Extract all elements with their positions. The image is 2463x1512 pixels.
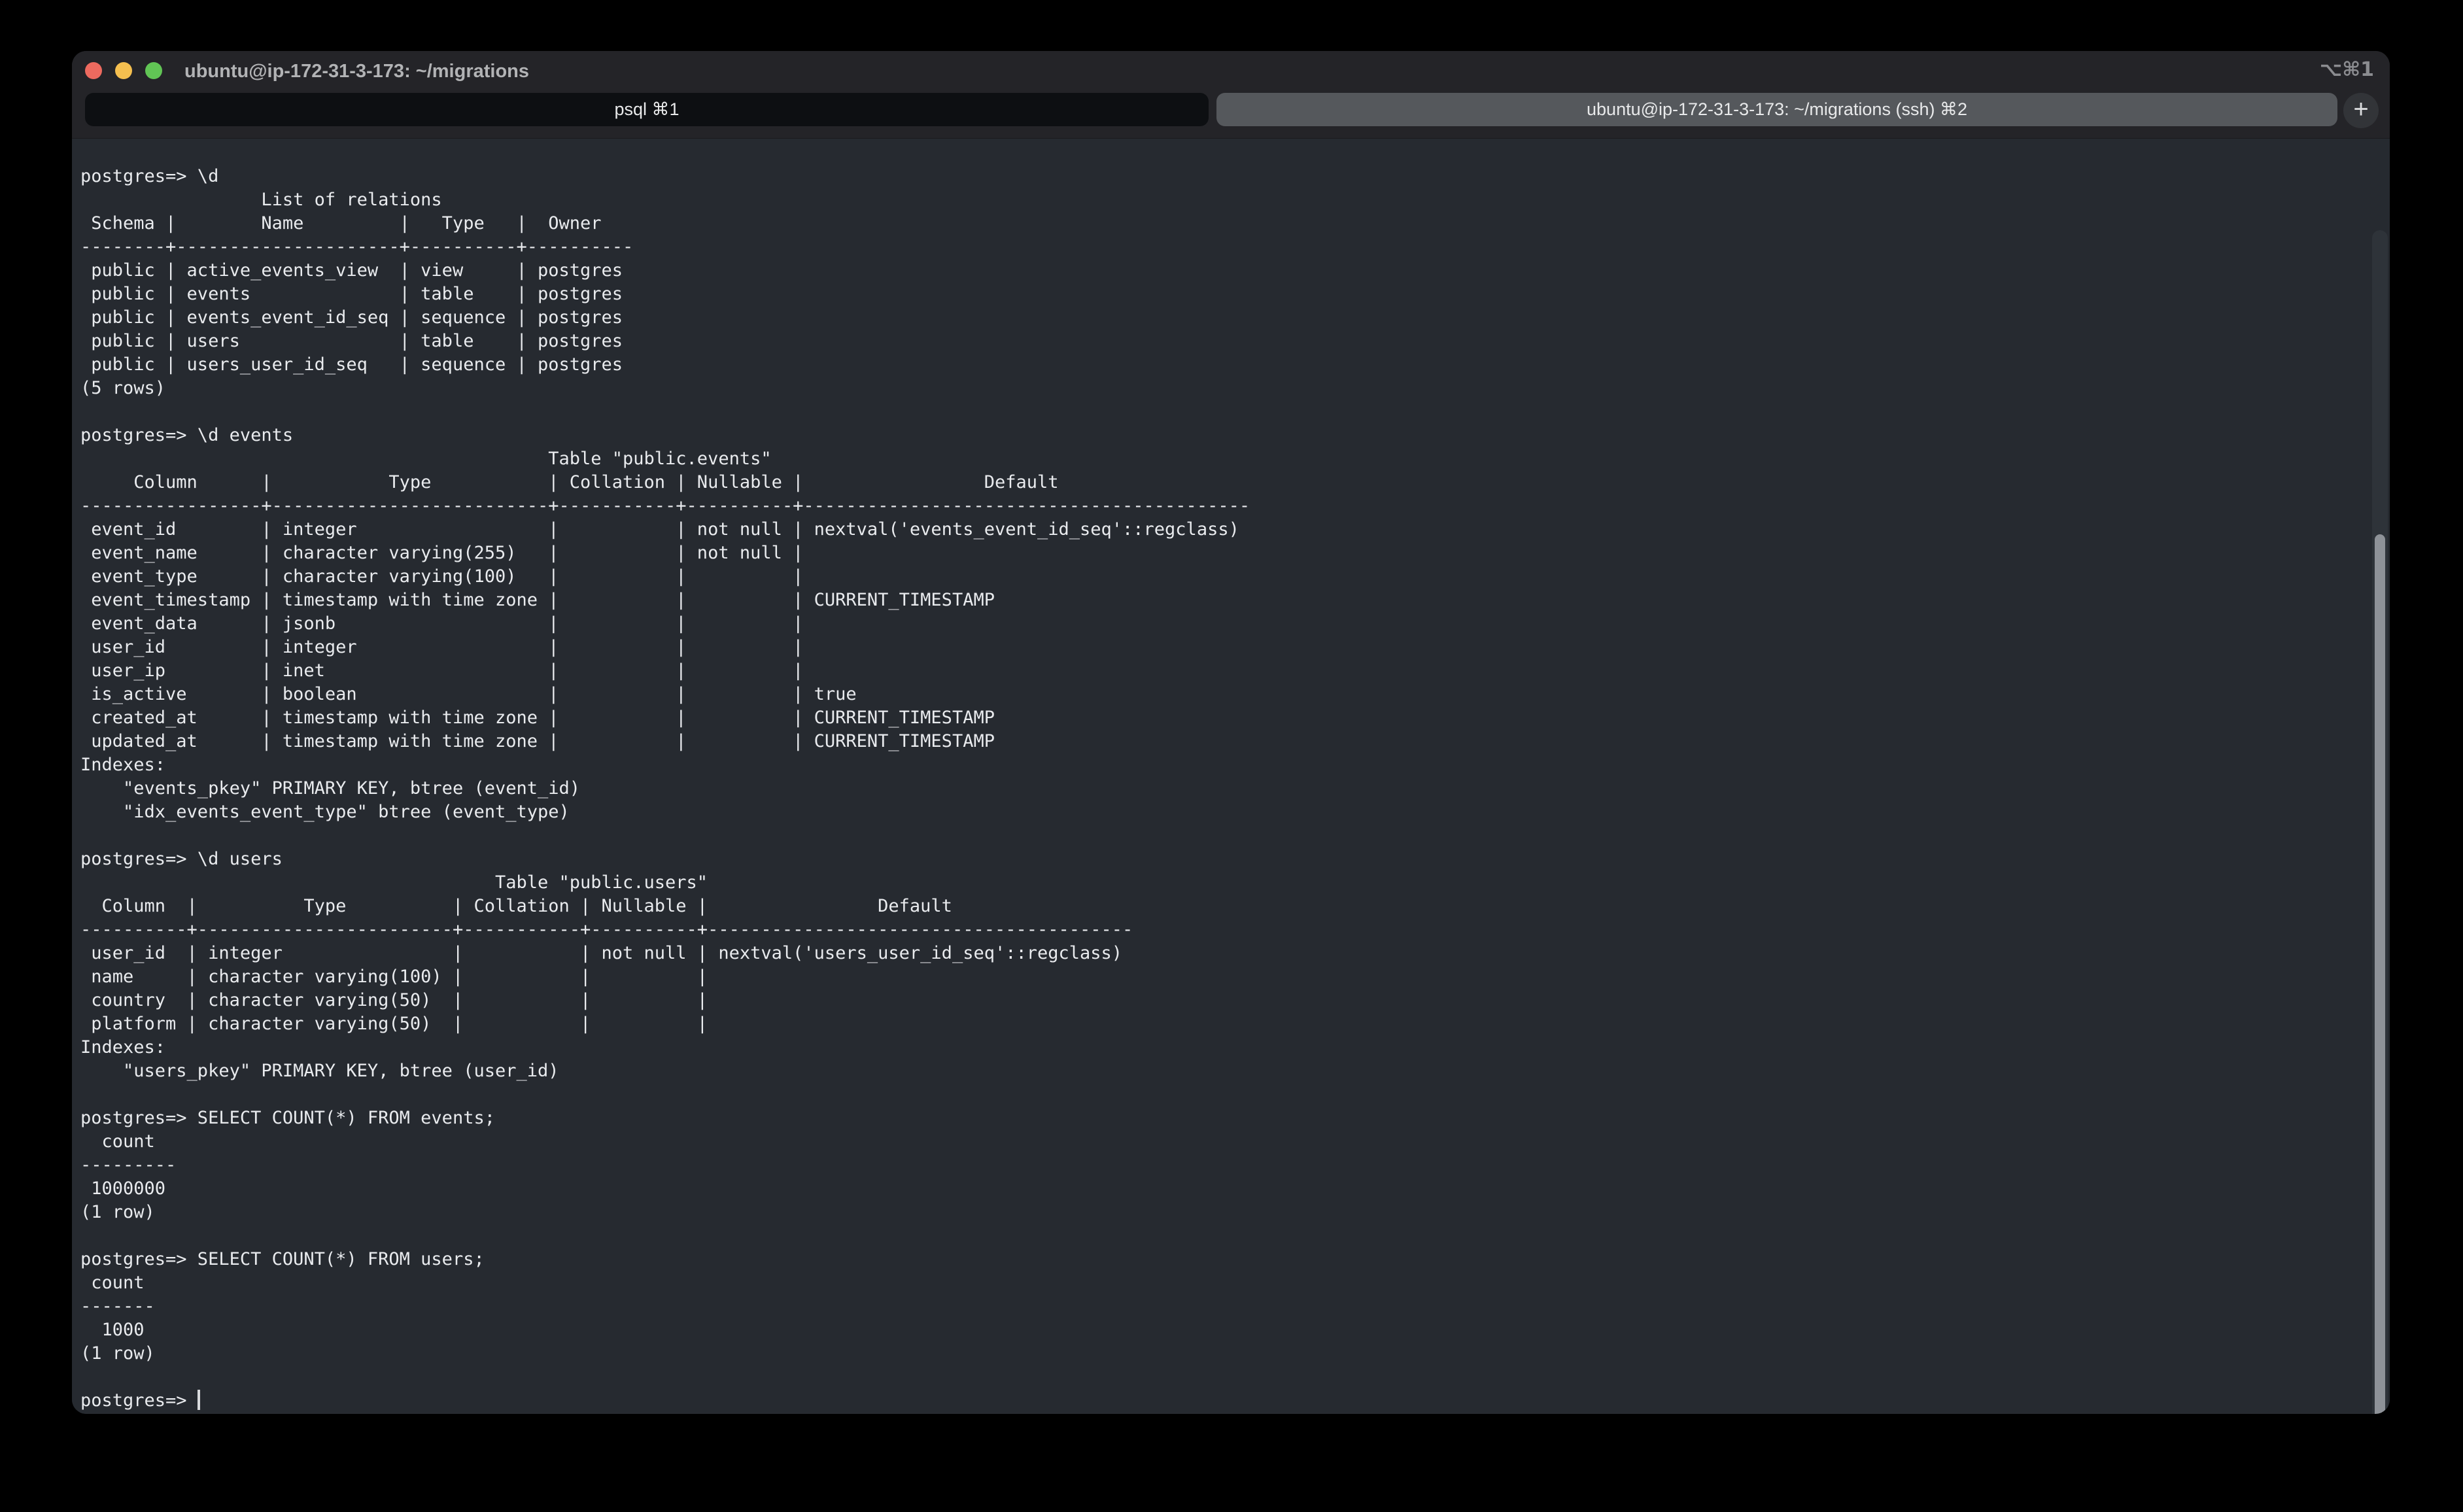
zoom-button[interactable] [145,62,162,79]
tab-ssh-label: ubuntu@ip-172-31-3-173: ~/migrations (ss… [1587,99,1967,120]
minimize-button[interactable] [115,62,132,79]
plus-icon: + [2353,96,2368,122]
scrollbar[interactable] [2372,230,2388,1414]
scrollbar-thumb[interactable] [2375,534,2385,1414]
new-tab-button[interactable]: + [2343,93,2379,128]
title-bar[interactable]: ubuntu@ip-172-31-3-173: ~/migrations ⌥⌘1… [72,51,2390,139]
tab-psql-label: psql ⌘1 [614,99,679,120]
terminal-content[interactable]: postgres=> \d List of relations Schema |… [72,139,2390,1414]
terminal-output: postgres=> \d List of relations Schema |… [72,139,1250,1413]
window-title: ubuntu@ip-172-31-3-173: ~/migrations [184,51,529,92]
tab-ssh[interactable]: ubuntu@ip-172-31-3-173: ~/migrations (ss… [1216,93,2337,126]
tab-psql[interactable]: psql ⌘1 [85,93,1209,126]
terminal-app-window: ubuntu@ip-172-31-3-173: ~/migrations ⌥⌘1… [72,51,2390,1414]
terminal-cursor [198,1390,200,1410]
close-button[interactable] [85,62,102,79]
keyboard-shortcut-hint: ⌥⌘1 [2320,51,2374,89]
